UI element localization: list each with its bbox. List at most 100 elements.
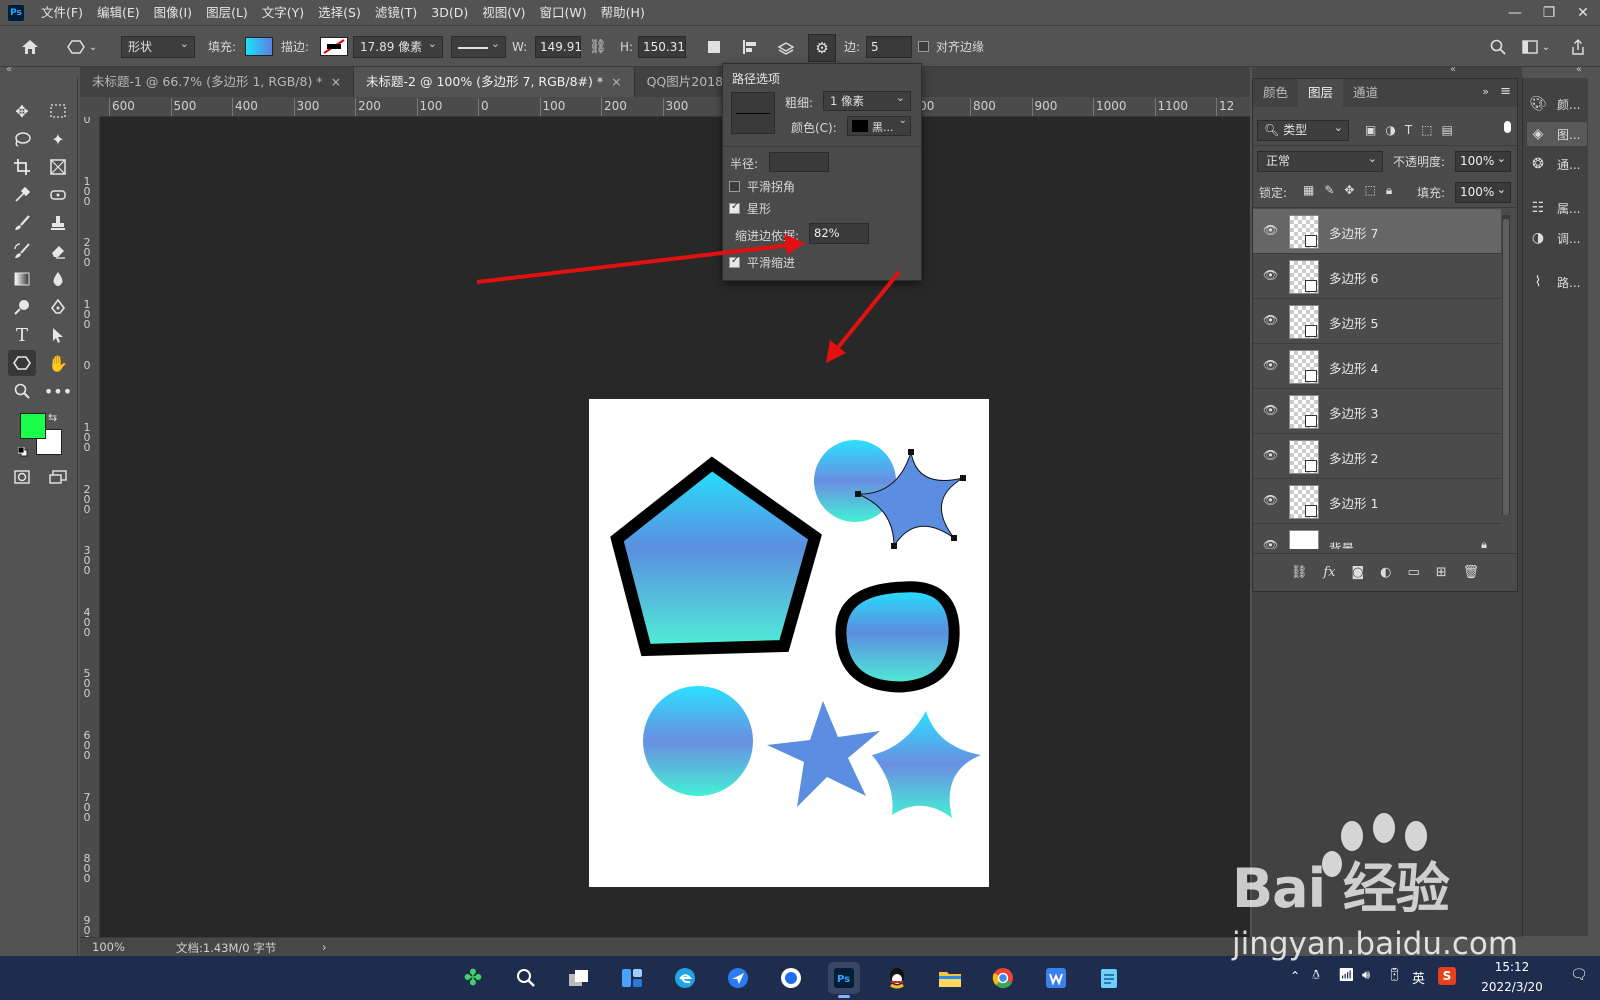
- indent-input[interactable]: 82%: [809, 223, 869, 244]
- new-layer-icon[interactable]: ⊞: [1436, 565, 1447, 580]
- blur-tool-icon[interactable]: [44, 266, 72, 292]
- five-point-star-shape[interactable]: [767, 701, 880, 807]
- volume-icon[interactable]: 🔊︎: [1362, 968, 1370, 983]
- menu-view[interactable]: 视图(V): [475, 0, 532, 25]
- path-selection-tool-icon[interactable]: [44, 322, 72, 348]
- polygon-tool-preset-icon[interactable]: ⌄: [62, 35, 102, 59]
- visibility-eye-icon[interactable]: 👁︎: [1263, 358, 1279, 372]
- eyedropper-tool-icon[interactable]: [8, 182, 36, 208]
- path-alignment-icon[interactable]: [738, 35, 762, 59]
- stroke-width-select[interactable]: 17.89 像素: [353, 34, 443, 58]
- qq-tray-icon[interactable]: 🐧︎: [1312, 968, 1320, 984]
- lock-artboard-icon[interactable]: ⬚: [1364, 183, 1375, 198]
- fill-input[interactable]: 100% ⌄: [1455, 182, 1511, 203]
- chevron-up-icon[interactable]: ⌃: [1290, 969, 1300, 983]
- smooth-corners-checkbox[interactable]: [729, 181, 740, 192]
- zoom-tool-icon[interactable]: [8, 378, 36, 404]
- lock-position-icon[interactable]: ✥: [1344, 183, 1354, 198]
- lock-transparency-icon[interactable]: ▦: [1303, 183, 1314, 198]
- adjustments-panel-button[interactable]: ◑ 调...: [1527, 226, 1587, 250]
- layer-row[interactable]: 👁︎ 多边形 4: [1253, 344, 1501, 389]
- close-icon[interactable]: ✕: [1566, 0, 1600, 25]
- search-icon[interactable]: [1486, 35, 1510, 59]
- hand-tool-icon[interactable]: ✋: [44, 350, 72, 376]
- opacity-input[interactable]: 100% ⌄: [1455, 151, 1511, 172]
- share-icon[interactable]: [1566, 35, 1590, 59]
- visibility-eye-icon[interactable]: 👁︎: [1263, 313, 1279, 327]
- adjustment-filter-icon[interactable]: ◑: [1385, 123, 1395, 137]
- feishu-icon[interactable]: [722, 962, 754, 994]
- smart-object-filter-icon[interactable]: ▤: [1442, 123, 1453, 137]
- expand-icon[interactable]: »: [1482, 85, 1489, 98]
- screen-mode-icon[interactable]: [44, 464, 72, 490]
- soft-star-shape[interactable]: [872, 711, 981, 818]
- tab-layers[interactable]: 图层: [1298, 79, 1344, 107]
- dodge-tool-icon[interactable]: [8, 294, 36, 320]
- menu-window[interactable]: 窗口(W): [533, 0, 594, 25]
- new-group-icon[interactable]: ▭: [1407, 565, 1419, 580]
- close-icon[interactable]: ×: [611, 74, 621, 89]
- menu-edit[interactable]: 编辑(E): [90, 0, 147, 25]
- gear-icon[interactable]: ⚙: [808, 34, 836, 62]
- menu-image[interactable]: 图像(I): [147, 0, 199, 25]
- smooth-indent-checkbox[interactable]: [729, 255, 740, 268]
- radius-input[interactable]: [769, 152, 829, 172]
- gradient-tool-icon[interactable]: [8, 266, 36, 292]
- document-canvas[interactable]: [589, 399, 989, 887]
- pixel-filter-icon[interactable]: ▣: [1365, 123, 1376, 137]
- layer-row[interactable]: 👁︎ 多边形 2: [1253, 434, 1501, 479]
- shape-filter-icon[interactable]: ⬚: [1421, 123, 1432, 137]
- polygon-tool-icon[interactable]: [8, 350, 36, 376]
- link-icon[interactable]: ⛓: [589, 36, 607, 58]
- star-checkbox[interactable]: [729, 201, 740, 214]
- notepad-icon[interactable]: [1093, 962, 1125, 994]
- menu-layer[interactable]: 图层(L): [199, 0, 255, 25]
- zoom-level[interactable]: 100%: [92, 940, 125, 954]
- edge-browser-icon[interactable]: [669, 962, 701, 994]
- layer-row[interactable]: 👁︎ 多边形 1: [1253, 479, 1501, 524]
- more-tools-icon[interactable]: •••: [44, 378, 72, 404]
- trash-icon[interactable]: 🗑︎: [1463, 565, 1480, 580]
- start-icon[interactable]: ✤: [457, 962, 489, 994]
- add-mask-icon[interactable]: ◙: [1351, 565, 1364, 580]
- tool-mode-select[interactable]: 形状: [121, 34, 195, 58]
- home-icon[interactable]: [18, 35, 42, 59]
- visibility-eye-icon[interactable]: 👁︎: [1263, 493, 1279, 507]
- menu-filter[interactable]: 滤镜(T): [368, 0, 424, 25]
- pen-tool-icon[interactable]: [44, 294, 72, 320]
- chat-app-icon[interactable]: [775, 962, 807, 994]
- align-edges-checkbox[interactable]: [918, 41, 929, 52]
- fill-swatch[interactable]: [245, 37, 273, 56]
- swap-colors-icon[interactable]: ⇆: [48, 411, 57, 424]
- layer-row[interactable]: 👁︎ 多边形 3: [1253, 389, 1501, 434]
- thickness-select[interactable]: 1 像素: [823, 89, 911, 111]
- stroke-type-select[interactable]: [451, 34, 506, 58]
- history-brush-tool-icon[interactable]: [8, 238, 36, 264]
- brush-tool-icon[interactable]: [8, 210, 36, 236]
- fx-icon[interactable]: fx: [1323, 565, 1335, 580]
- quick-mask-icon[interactable]: [8, 464, 36, 490]
- visibility-eye-icon[interactable]: 👁︎: [1263, 403, 1279, 417]
- layer-row[interactable]: 👁︎ 多边形 5: [1253, 299, 1501, 344]
- visibility-eye-icon[interactable]: 👁︎: [1263, 538, 1279, 549]
- magic-wand-tool-icon[interactable]: ✦: [44, 126, 72, 152]
- type-filter-icon[interactable]: T: [1405, 123, 1412, 137]
- type-tool-icon[interactable]: T: [8, 322, 36, 348]
- clock-time[interactable]: 15:12: [1482, 960, 1542, 974]
- sides-input[interactable]: 5: [866, 36, 912, 58]
- lock-paint-icon[interactable]: ✎: [1324, 183, 1334, 198]
- file-explorer-icon[interactable]: [934, 962, 966, 994]
- spot-healing-tool-icon[interactable]: [44, 182, 72, 208]
- color-panel-button[interactable]: 🎨︎ 颜...: [1527, 92, 1587, 116]
- close-icon[interactable]: ×: [331, 74, 341, 89]
- eraser-tool-icon[interactable]: [44, 238, 72, 264]
- path-operations-icon[interactable]: [702, 35, 726, 59]
- foreground-color-swatch[interactable]: [20, 413, 46, 439]
- default-colors-icon[interactable]: [17, 446, 28, 457]
- visibility-eye-icon[interactable]: 👁︎: [1263, 448, 1279, 462]
- menu-file[interactable]: 文件(F): [34, 0, 90, 25]
- notification-icon[interactable]: 🗨︎: [1570, 967, 1588, 983]
- visibility-eye-icon[interactable]: 👁︎: [1263, 223, 1279, 237]
- link-layers-icon[interactable]: ⛓: [1291, 565, 1308, 580]
- rounded-circle-shape[interactable]: [835, 581, 960, 693]
